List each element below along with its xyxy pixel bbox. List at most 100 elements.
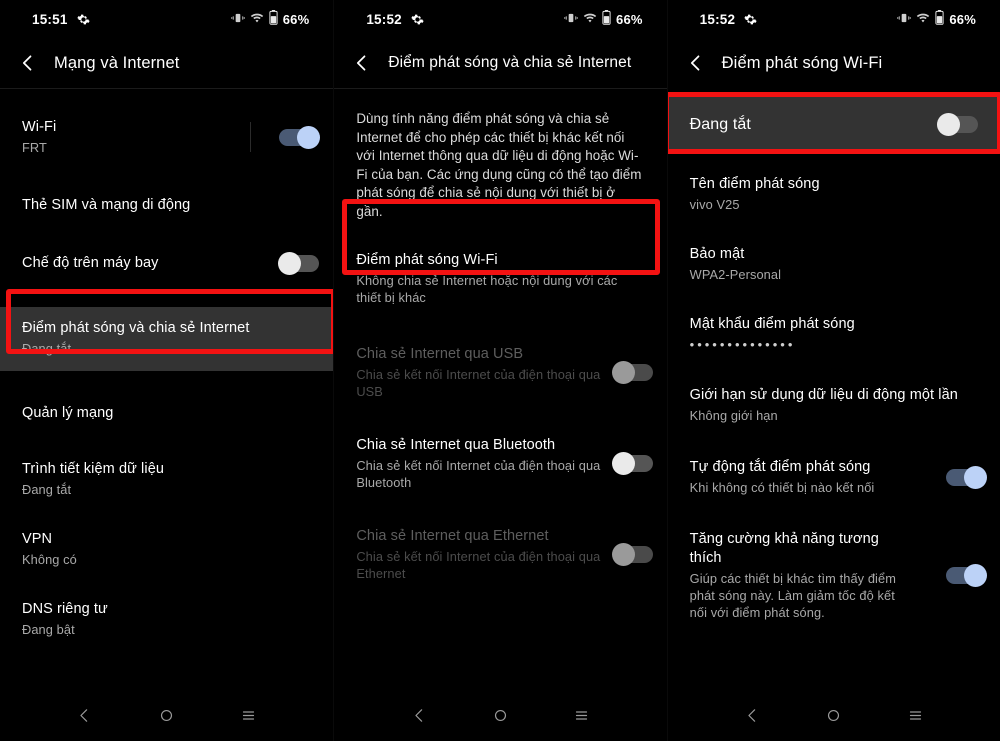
list-item-bluetooth-tethering[interactable]: Chia sẻ Internet qua Bluetooth Chia sẻ k…	[334, 425, 666, 502]
list-item-subtitle: WPA2-Personal	[689, 267, 782, 282]
list-item-title: Chế độ trên máy bay	[22, 254, 159, 271]
battery-percent: 66%	[949, 11, 976, 27]
recents-icon[interactable]	[233, 700, 263, 730]
list-item-subtitle: FRT	[22, 140, 47, 155]
battery-percent: 66%	[282, 11, 310, 27]
status-bar: 15:51 66%	[0, 0, 333, 38]
toggle-knob	[611, 452, 635, 475]
list-item-title: Bảo mật	[689, 246, 745, 262]
list-item-network-management[interactable]: Quản lý mạng	[0, 391, 333, 435]
list-item-private-dns[interactable]: DNS riêng tư Đang bật	[0, 589, 333, 649]
list-item-usb-tethering: Chia sẻ Internet qua USB Chia sẻ kết nối…	[334, 334, 666, 411]
home-icon[interactable]	[485, 700, 515, 730]
list-item-title: Quản lý mạng	[22, 404, 114, 421]
list-item-subtitle: Đang tắt	[22, 341, 72, 356]
toggle-knob	[611, 361, 635, 384]
list-item-sim-mobile-network[interactable]: Thẻ SIM và mạng di động	[0, 183, 333, 227]
home-icon[interactable]	[152, 700, 182, 730]
list-item-title: Chia sẻ Internet qua USB	[356, 346, 524, 362]
vibrate-icon	[230, 11, 245, 28]
wifi-toggle[interactable]	[279, 125, 321, 149]
back-chevron-icon[interactable]	[686, 53, 706, 73]
back-icon[interactable]	[404, 700, 434, 730]
list-item-title: Điểm phát sóng và chia sẻ Internet	[22, 320, 250, 336]
list-item-security[interactable]: Bảo mật WPA2-Personal	[668, 234, 1000, 294]
list-item-title: Điểm phát sóng Wi-Fi	[356, 252, 498, 268]
wifi-icon	[250, 11, 264, 28]
page-title: Điểm phát sóng và chia sẻ Internet	[388, 54, 632, 71]
title-bar: Mạng và Internet	[0, 38, 333, 88]
list-item-title: VPN	[22, 531, 53, 547]
recents-icon[interactable]	[900, 700, 930, 730]
list-item-title: Chia sẻ Internet qua Bluetooth	[356, 437, 556, 453]
list-item-title: Thẻ SIM và mạng di động	[22, 196, 191, 213]
list-item-title: Đang tắt	[689, 116, 751, 133]
list-item-title: Tự động tắt điểm phát sóng	[689, 459, 871, 475]
recents-icon[interactable]	[567, 700, 597, 730]
list-item-title: Trình tiết kiệm dữ liệu	[22, 461, 165, 477]
title-bar: Điểm phát sóng và chia sẻ Internet	[334, 38, 666, 88]
status-time: 15:51	[32, 11, 68, 27]
usb-tethering-toggle	[611, 361, 653, 384]
wifi-icon	[583, 11, 597, 28]
list-item-title: Mật khẩu điểm phát sóng	[689, 316, 855, 332]
vertical-divider	[250, 122, 252, 152]
list-item-data-saver[interactable]: Trình tiết kiệm dữ liệu Đang tắt	[0, 449, 333, 509]
back-icon[interactable]	[737, 700, 767, 730]
toggle-knob	[963, 564, 987, 587]
back-chevron-icon[interactable]	[18, 53, 38, 73]
list-item-title: Chia sẻ Internet qua Ethernet	[356, 528, 549, 544]
title-bar: Điểm phát sóng Wi-Fi	[668, 38, 1000, 88]
list-item-vpn[interactable]: VPN Không có	[0, 519, 333, 579]
list-item-airplane-mode[interactable]: Chế độ trên máy bay	[0, 241, 333, 285]
vibrate-icon	[564, 11, 578, 28]
system-navigation-bar	[0, 689, 333, 741]
ethernet-tethering-toggle	[611, 543, 653, 566]
list-item-subtitle: Không giới hạn	[689, 408, 778, 423]
battery-icon	[602, 10, 611, 28]
battery-icon	[269, 10, 278, 28]
bluetooth-tethering-toggle[interactable]	[611, 452, 653, 475]
gear-icon	[744, 13, 757, 26]
phone-screen-hotspot-tethering: 15:52 66% Điểm phát sóng và chia sẻ Inte…	[333, 0, 667, 741]
page-title: Điểm phát sóng Wi-Fi	[721, 53, 883, 72]
list-item-subtitle: vivo V25	[689, 197, 740, 212]
list-item-wifi-hotspot[interactable]: Điểm phát sóng Wi-Fi Không chia sẻ Inter…	[334, 239, 666, 320]
list-item-auto-turn-off-hotspot[interactable]: Tự động tắt điểm phát sóng Khi không có …	[668, 447, 1000, 507]
status-icons: 66%	[897, 10, 986, 28]
settings-list-wifi-hotspot: Đang tắt Tên điểm phát sóng vivo V25 Bảo…	[667, 97, 1000, 632]
auto-turn-off-toggle[interactable]	[945, 465, 987, 489]
list-item-title: Giới hạn sử dụng dữ liệu di động một lần	[689, 387, 958, 403]
list-item-subtitle: Không chia sẻ Internet hoặc nội dung với…	[356, 273, 618, 305]
back-chevron-icon[interactable]	[352, 53, 372, 73]
extend-compatibility-toggle[interactable]	[945, 564, 987, 587]
toggle-knob	[936, 113, 960, 136]
list-item-ethernet-tethering: Chia sẻ Internet qua Ethernet Chia sẻ kế…	[334, 516, 666, 593]
hotspot-master-toggle[interactable]	[936, 113, 978, 136]
three-phone-screenshots: 15:51 66% Mạng và Internet Wi-Fi FRT Thẻ…	[0, 0, 1000, 741]
list-item-title: Wi-Fi	[22, 119, 57, 135]
list-item-subtitle: Giúp các thiết bị khác tìm thấy điểm phá…	[689, 571, 896, 620]
list-item-hotspot-tethering[interactable]: Điểm phát sóng và chia sẻ Internet Đang …	[0, 307, 334, 371]
airplane-mode-toggle[interactable]	[278, 251, 320, 275]
toggle-knob	[963, 465, 987, 489]
list-item-hotspot-master-toggle[interactable]: Đang tắt	[667, 97, 1000, 152]
home-icon[interactable]	[819, 700, 849, 730]
page-title: Mạng và Internet	[54, 53, 180, 72]
list-item-title: DNS riêng tư	[22, 601, 108, 617]
list-item-subtitle: Đang bật	[22, 622, 75, 637]
back-icon[interactable]	[70, 700, 100, 730]
list-item-hotspot-password[interactable]: Mật khẩu điểm phát sóng ••••••••••••••	[668, 304, 1000, 363]
settings-list-tethering: Dùng tính năng điểm phát sóng và chia sẻ…	[334, 89, 666, 593]
list-item-extend-compatibility[interactable]: Tăng cường khả năng tương thích Giúp các…	[668, 519, 1000, 632]
list-item-hotspot-name[interactable]: Tên điểm phát sóng vivo V25	[668, 164, 1000, 224]
status-time: 15:52	[699, 11, 736, 27]
status-bar: 15:52 66%	[668, 0, 1000, 38]
status-icons: 66%	[564, 10, 653, 28]
list-item-title: Tăng cường khả năng tương thích	[689, 531, 879, 566]
list-item-wifi[interactable]: Wi-Fi FRT	[0, 107, 333, 167]
list-item-subtitle: Đang tắt	[22, 482, 72, 497]
list-item-subtitle: Không có	[22, 552, 77, 567]
password-masked-value: ••••••••••••••	[689, 337, 796, 352]
list-item-data-limit[interactable]: Giới hạn sử dụng dữ liệu di động một lần…	[668, 375, 1000, 435]
